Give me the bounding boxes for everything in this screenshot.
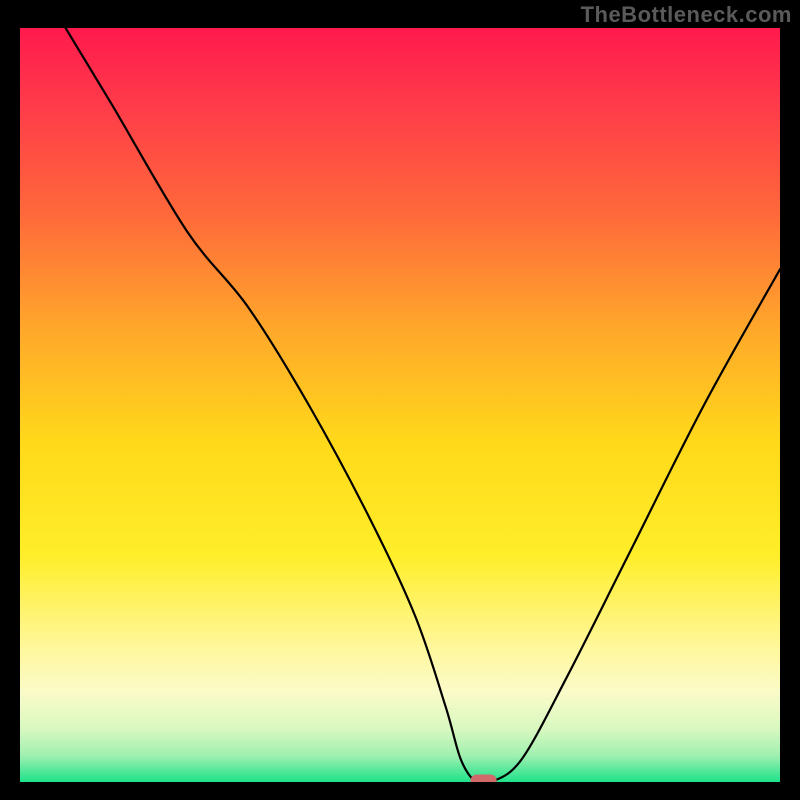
minimum-marker	[471, 775, 497, 783]
plot-area	[20, 28, 780, 782]
bottleneck-chart	[20, 28, 780, 782]
chart-frame: TheBottleneck.com	[0, 0, 800, 800]
watermark-text: TheBottleneck.com	[581, 2, 792, 28]
